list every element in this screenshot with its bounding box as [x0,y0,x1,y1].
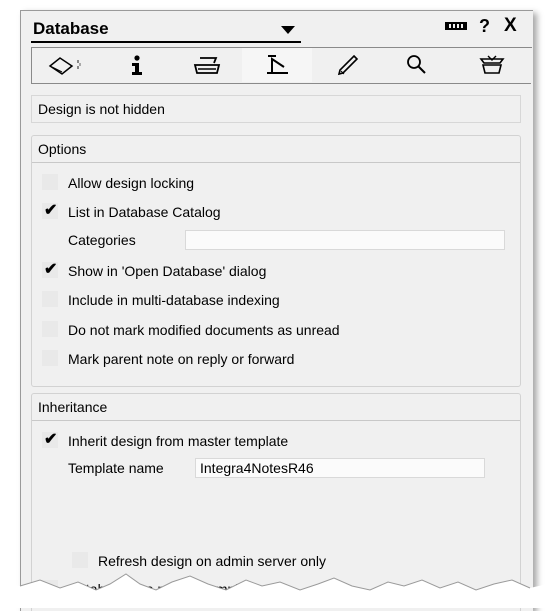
torn-edge-decoration [0,573,556,608]
show-in-open-dialog-checkbox[interactable]: ✔ [42,261,58,278]
do-not-mark-unread-label: Do not mark modified documents as unread [68,322,340,338]
info-icon [132,55,142,75]
pen-icon [337,54,359,76]
advanced-tab-icon [479,55,505,74]
tab-basics[interactable] [32,48,103,82]
show-in-open-dialog-label: Show in 'Open Database' dialog [68,263,267,279]
do-not-mark-unread-checkbox[interactable] [42,321,58,337]
tab-fonts[interactable] [312,48,383,82]
inherit-design-label: Inherit design from master template [68,433,289,449]
list-in-catalog-option[interactable]: ✔ List in Database Catalog [32,201,512,225]
tab-print[interactable] [172,48,243,82]
close-button[interactable]: X [504,15,517,37]
search-icon [407,55,426,74]
tab-divider [31,83,531,84]
design-status-text: Design is not hidden [38,101,165,117]
list-in-catalog-label: List in Database Catalog [68,204,221,220]
categories-field[interactable] [185,230,505,250]
tab-advanced[interactable] [452,48,532,82]
multi-db-indexing-checkbox[interactable] [42,291,58,307]
tab-search[interactable] [382,48,453,82]
show-in-open-dialog-option[interactable]: ✔ Show in 'Open Database' dialog [32,260,512,284]
template-name-label: Template name [68,460,164,476]
properties-type-dropdown[interactable]: Database [31,17,301,43]
chevron-down-icon [281,26,295,34]
inheritance-header: Inheritance [32,394,520,421]
inherit-design-checkbox[interactable]: ✔ [42,431,58,448]
design-status-box: Design is not hidden [31,95,521,123]
tab-design[interactable] [242,48,313,82]
multi-db-indexing-label: Include in multi-database indexing [68,292,280,308]
title-bar: Database ? X [21,11,533,43]
options-section: Options Allow design locking ✔ List in D… [31,135,521,387]
do-not-mark-unread-option[interactable]: Do not mark modified documents as unread [32,319,512,343]
database-properties-panel: Database ? X Design is not hidden Option… [20,10,533,611]
tab-strip [31,47,532,84]
inherit-design-option[interactable]: ✔ Inherit design from master template [32,430,512,454]
template-name-field[interactable] [195,458,485,478]
mark-parent-note-label: Mark parent note on reply or forward [68,351,295,367]
design-tab-icon [267,55,288,74]
options-header: Options [32,136,520,163]
allow-design-locking-checkbox[interactable] [42,174,58,190]
dock-icon[interactable] [445,22,467,30]
list-in-catalog-checkbox[interactable]: ✔ [42,202,58,219]
allow-design-locking-label: Allow design locking [68,175,195,191]
inheritance-title: Inheritance [38,399,108,415]
options-title: Options [38,141,87,157]
categories-label: Categories [68,232,136,248]
properties-type-label: Database [33,19,109,38]
allow-design-locking-option[interactable]: Allow design locking [32,172,512,196]
info-tab-basics-icon [48,57,81,75]
printer-icon [193,57,221,74]
tab-info[interactable] [102,48,173,82]
mark-parent-note-option[interactable]: Mark parent note on reply or forward [32,348,512,372]
multi-db-indexing-option[interactable]: Include in multi-database indexing [32,289,512,313]
mark-parent-note-checkbox[interactable] [42,350,58,366]
help-button[interactable]: ? [479,16,490,37]
